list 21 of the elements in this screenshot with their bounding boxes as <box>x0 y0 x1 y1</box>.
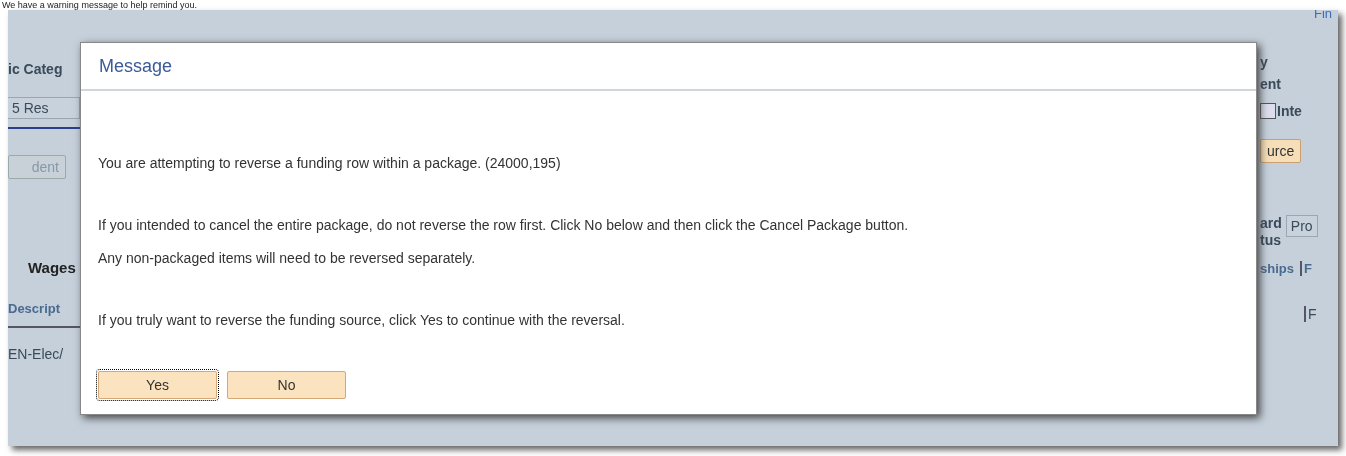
column-header: ships <box>1260 261 1294 276</box>
table-cell: F <box>1304 306 1317 322</box>
action-button[interactable]: urce <box>1260 139 1302 163</box>
message-text: Any non-packaged items will need to be reversed separately. <box>98 249 477 268</box>
message-text: You are attempting to reverse a funding row within a package. (24000,195) <box>98 154 562 173</box>
field-label: y ent <box>1260 53 1281 94</box>
dialog-button[interactable]: Yes <box>98 371 217 399</box>
dialog-title: Message <box>81 43 1256 91</box>
checkbox[interactable]: Inte <box>1260 103 1302 119</box>
field-label: ic Categ <box>8 61 64 77</box>
table-cell-text: EN-Elec/ <box>8 346 65 362</box>
dialog-button[interactable]: No <box>227 371 346 399</box>
text-field[interactable]: 5 Res <box>8 97 80 119</box>
column-header: Descript <box>8 301 62 316</box>
field-label: ard tus <box>1260 215 1282 249</box>
message-text: If you truly want to reverse the funding source, click Yes to continue with the reversal. <box>98 311 626 330</box>
status-field: Pro <box>1285 215 1318 237</box>
message-text: If you intended to cancel the entire package, do not reverse the row first. Click No below and then click the Cancel Package button. <box>98 216 910 235</box>
section-title: Wages <box>28 259 77 276</box>
caption-text: We have a warning message to help remind you. <box>1 0 198 10</box>
column-header: F <box>1299 261 1312 276</box>
